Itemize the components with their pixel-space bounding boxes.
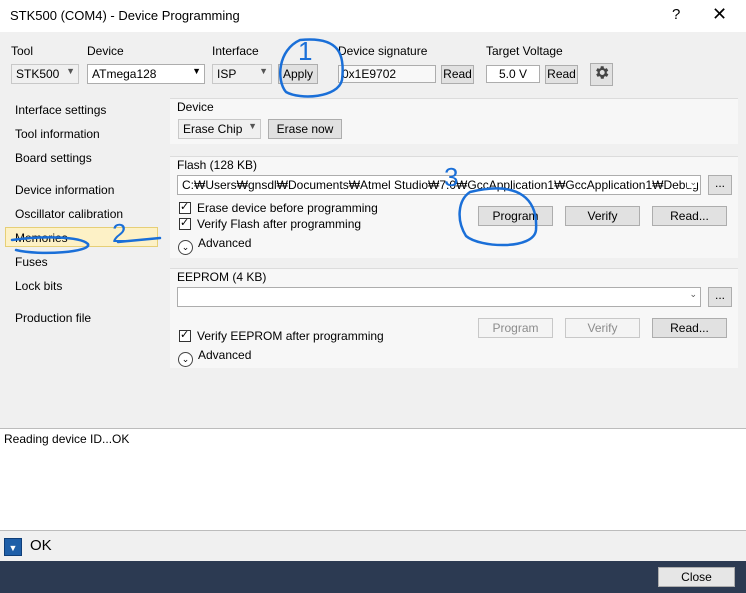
erase-mode-value: Erase Chip <box>183 122 243 136</box>
chevron-down-icon: ▼ <box>248 121 257 131</box>
output-log[interactable]: Reading device ID...OK <box>0 428 746 531</box>
flash-program-button[interactable]: Program <box>478 206 553 226</box>
chevron-down-icon: ▼ <box>66 66 75 76</box>
chevron-down-icon: ⌄ <box>689 289 697 299</box>
flash-group-title: Flash (128 KB) <box>177 158 258 172</box>
voltage-field[interactable]: 5.0 V <box>486 65 540 83</box>
gear-icon <box>596 66 609 79</box>
eeprom-verify-button[interactable]: Verify <box>565 318 640 338</box>
sidebar-item-device-information[interactable]: Device information <box>15 183 114 197</box>
device-select-value: ATmega128 <box>92 67 157 81</box>
eeprom-read-button[interactable]: Read... <box>652 318 727 338</box>
device-select[interactable]: ATmega128 ▼ <box>87 64 205 84</box>
eeprom-group: EEPROM (4 KB) ⌄ ... Verify EEPROM after … <box>170 268 738 368</box>
chevron-down-circle-icon: ⌄ <box>178 352 193 367</box>
sidebar-item-memories[interactable]: Memories <box>15 231 68 245</box>
verify-eeprom-label: Verify EEPROM after programming <box>197 329 384 343</box>
status-bar: ▼ OK <box>0 531 746 561</box>
eeprom-advanced-toggle[interactable]: ⌄ Advanced <box>178 348 251 367</box>
help-button[interactable]: ? <box>672 6 680 23</box>
interface-select[interactable]: ISP ▼ <box>212 64 272 84</box>
sidebar-item-interface-settings[interactable]: Interface settings <box>15 103 106 117</box>
window-title: STK500 (COM4) - Device Programming <box>10 8 240 23</box>
chevron-down-icon: ▼ <box>259 66 268 76</box>
sidebar-item-lock-bits[interactable]: Lock bits <box>15 279 62 293</box>
interface-label: Interface <box>212 44 259 58</box>
verify-eeprom-checkbox[interactable]: Verify EEPROM after programming <box>179 328 384 343</box>
signature-label: Device signature <box>338 44 428 58</box>
expand-log-button[interactable]: ▼ <box>4 538 22 556</box>
tool-label: Tool <box>11 44 34 58</box>
checkbox-checked-icon <box>179 200 191 214</box>
close-window-button[interactable]: ✕ <box>712 4 727 25</box>
flash-advanced-label: Advanced <box>198 236 252 250</box>
sidebar-item-production-file[interactable]: Production file <box>15 311 91 325</box>
eeprom-group-title: EEPROM (4 KB) <box>177 270 267 284</box>
signature-field: 0x1E9702 <box>338 65 436 83</box>
erase-before-programming-label: Erase device before programming <box>197 201 378 215</box>
flash-file-path-input[interactable]: C:₩Users₩gnsdl₩Documents₩Atmel Studio₩7.… <box>177 175 701 195</box>
log-line: Reading device ID...OK <box>4 432 130 446</box>
flash-verify-button[interactable]: Verify <box>565 206 640 226</box>
sidebar-item-board-settings[interactable]: Board settings <box>15 151 92 165</box>
flash-group: Flash (128 KB) C:₩Users₩gnsdl₩Documents₩… <box>170 156 738 258</box>
title-bar: STK500 (COM4) - Device Programming ? ✕ <box>0 0 746 32</box>
voltage-read-button[interactable]: Read <box>545 65 578 84</box>
voltage-label: Target Voltage <box>486 44 563 58</box>
tool-select-value: STK500 <box>16 67 60 81</box>
flash-read-button[interactable]: Read... <box>652 206 727 226</box>
memories-panel: Device Erase Chip ▼ Erase now Flash (128… <box>160 92 746 428</box>
status-text: OK <box>30 537 52 554</box>
settings-button[interactable] <box>590 63 613 86</box>
checkbox-checked-icon <box>179 328 191 342</box>
signature-read-button[interactable]: Read <box>441 65 474 84</box>
device-group-title: Device <box>177 100 214 114</box>
chevron-down-icon: ▼ <box>192 66 201 76</box>
verify-flash-checkbox[interactable]: Verify Flash after programming <box>179 216 362 231</box>
flash-advanced-toggle[interactable]: ⌄ Advanced <box>178 236 251 255</box>
device-group: Device Erase Chip ▼ Erase now <box>170 98 738 144</box>
erase-now-button[interactable]: Erase now <box>268 119 342 139</box>
flash-file-path-value: C:₩Users₩gnsdl₩Documents₩Atmel Studio₩7.… <box>182 178 699 192</box>
erase-before-programming-checkbox[interactable]: Erase device before programming <box>179 200 378 215</box>
flash-browse-button[interactable]: ... <box>708 175 732 195</box>
close-button[interactable]: Close <box>658 567 735 587</box>
device-label: Device <box>87 44 124 58</box>
eeprom-file-path-input[interactable]: ⌄ <box>177 287 701 307</box>
eeprom-browse-button[interactable]: ... <box>708 287 732 307</box>
sidebar-item-fuses[interactable]: Fuses <box>15 255 48 269</box>
eeprom-advanced-label: Advanced <box>198 348 252 362</box>
erase-mode-select[interactable]: Erase Chip ▼ <box>178 119 261 139</box>
toolbar: Tool STK500 ▼ Device ATmega128 ▼ Interfa… <box>0 32 746 92</box>
sidebar-item-oscillator-calibration[interactable]: Oscillator calibration <box>15 207 123 221</box>
tool-select[interactable]: STK500 ▼ <box>11 64 79 84</box>
footer: Close <box>0 561 746 593</box>
chevron-down-icon: ▼ <box>8 543 18 553</box>
apply-button[interactable]: Apply <box>278 64 318 84</box>
chevron-down-icon: ⌄ <box>687 177 697 188</box>
sidebar: Interface settings Tool information Boar… <box>0 92 160 428</box>
chevron-down-circle-icon: ⌄ <box>178 240 193 255</box>
checkbox-checked-icon <box>179 216 191 230</box>
sidebar-item-tool-information[interactable]: Tool information <box>15 127 100 141</box>
verify-flash-label: Verify Flash after programming <box>197 217 362 231</box>
interface-select-value: ISP <box>217 67 237 81</box>
eeprom-program-button[interactable]: Program <box>478 318 553 338</box>
